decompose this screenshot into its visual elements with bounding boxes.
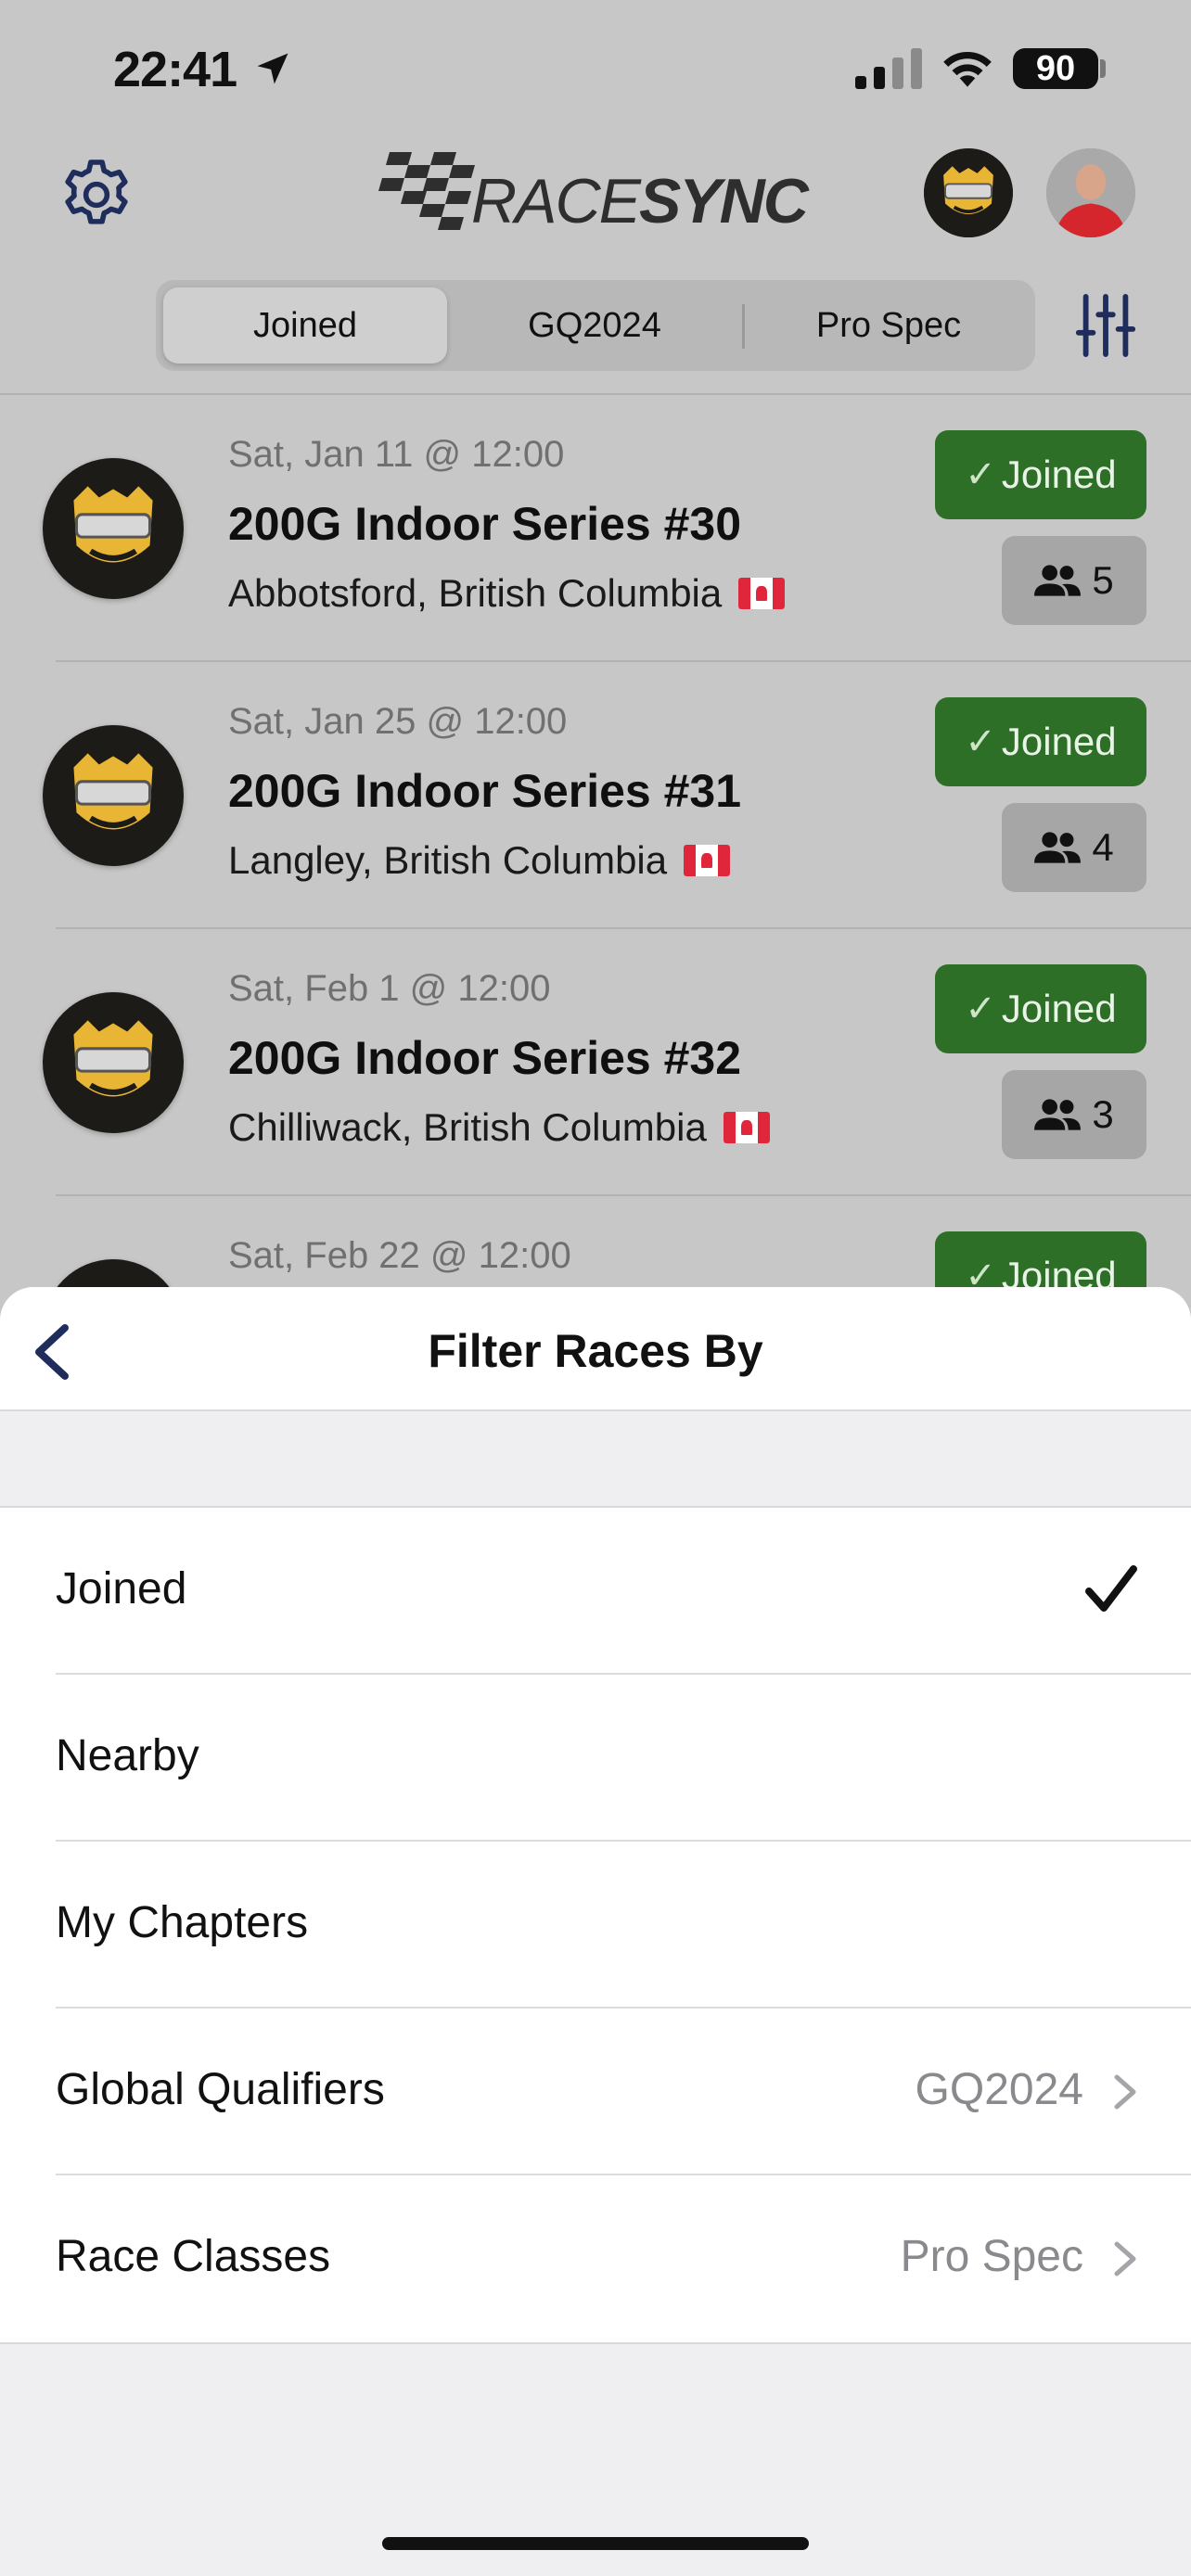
chevron-right-icon [1114,2241,1136,2276]
race-location-text: Langley, British Columbia [228,838,668,882]
race-title: 200G Indoor Series #32 [228,1032,742,1084]
option-label: Nearby [56,1731,199,1780]
battery-tip [1100,59,1106,78]
joined-badge-label: Joined [1001,720,1117,763]
sheet-title: Filter Races By [428,1325,763,1377]
sliders-filter-icon[interactable] [1076,293,1135,358]
option-value: Pro Spec [900,2232,1083,2281]
racesync-logo: RACESYNC [378,147,814,236]
segment-divider [742,304,745,349]
battery-level: 90 [1035,49,1076,88]
location-arrow-icon [257,53,288,84]
checkmark-icon [1085,1565,1137,1612]
race-location-text: Abbotsford, British Columbia [228,571,723,615]
tiger-mascot-icon [73,486,153,563]
filter-segmented-control: Joined GQ2024 Pro Spec [156,280,1035,371]
chapter-avatar[interactable] [924,148,1013,237]
race-title: 200G Indoor Series #30 [228,498,742,550]
checkmark-icon: ✓ [965,988,996,1029]
race-date: Sat, Jan 25 @ 12:00 [228,701,568,742]
race-location-text: Chilliwack, British Columbia [228,1105,707,1149]
race-date: Sat, Jan 11 @ 12:00 [228,434,565,475]
filter-bottom-sheet: Filter Races By Joined Nearby My Chapter… [0,1287,1191,2576]
race-chapter-avatar [43,725,184,866]
joined-badge-label: Joined [1001,987,1117,1030]
joined-badge-label: Joined [1001,453,1117,496]
option-label: Global Qualifiers [56,2065,385,2114]
option-value: GQ2024 [915,2065,1083,2114]
canada-flag-icon [738,578,786,609]
cellular-signal-icon [855,48,922,89]
tiger-mascot-icon [73,1020,153,1097]
people-icon [1034,565,1082,596]
race-location: Langley, British Columbia [228,838,731,883]
race-chapter-avatar [43,458,184,599]
people-icon [1034,1099,1082,1130]
user-photo [1046,148,1135,237]
wifi-icon [943,51,992,87]
race-chapter-avatar [43,992,184,1133]
participant-count: 5 [1092,558,1114,602]
status-time: 22:41 [113,42,237,97]
checkmark-icon: ✓ [965,721,996,762]
joined-badge[interactable]: ✓ Joined [935,430,1146,519]
race-location: Chilliwack, British Columbia [228,1105,770,1150]
participant-count-badge[interactable]: 5 [1002,536,1146,625]
race-row[interactable]: Sat, Jan 11 @ 12:00 200G Indoor Series #… [0,395,1191,662]
race-title: 200G Indoor Series #31 [228,765,742,817]
battery-icon: 90 [1013,48,1098,89]
people-icon [1034,832,1082,863]
user-avatar[interactable] [1046,148,1135,237]
canada-flag-icon [684,845,731,876]
race-row[interactable]: Sat, Feb 1 @ 12:00 200G Indoor Series #3… [0,929,1191,1196]
filter-option-my-chapters[interactable]: My Chapters [0,1842,1191,2009]
sheet-header: Filter Races By [0,1287,1191,1411]
option-label: Joined [56,1564,187,1613]
chevron-right-icon [1114,2074,1136,2110]
segment-gq2024[interactable]: GQ2024 [453,287,736,363]
participant-count-badge[interactable]: 3 [1002,1070,1146,1159]
participant-count: 4 [1092,825,1114,869]
logo-text: RACESYNC [471,166,809,236]
tiger-mascot-icon [73,753,153,830]
race-date: Sat, Feb 1 @ 12:00 [228,968,551,1009]
status-bar: 22:41 90 [0,0,1191,139]
joined-badge[interactable]: ✓ Joined [935,697,1146,786]
tiger-mascot-icon [924,148,1013,237]
filter-option-nearby[interactable]: Nearby [0,1675,1191,1842]
race-location: Abbotsford, British Columbia [228,571,786,616]
race-row[interactable]: Sat, Jan 25 @ 12:00 200G Indoor Series #… [0,662,1191,929]
participant-count: 3 [1092,1092,1114,1136]
segment-pro-spec[interactable]: Pro Spec [748,287,1030,363]
filter-option-joined[interactable]: Joined [0,1508,1191,1675]
option-label: My Chapters [56,1898,309,1947]
canada-flag-icon [723,1112,770,1143]
participant-count-badge[interactable]: 4 [1002,803,1146,892]
segment-joined[interactable]: Joined [163,287,447,363]
filter-options-list: Joined Nearby My Chapters Global Qualifi… [0,1506,1191,2344]
gear-icon[interactable] [58,156,135,234]
option-label: Race Classes [56,2232,331,2281]
home-indicator[interactable] [382,2537,809,2550]
filter-option-global-qualifiers[interactable]: Global Qualifiers GQ2024 [0,2009,1191,2175]
joined-badge[interactable]: ✓ Joined [935,964,1146,1053]
race-date: Sat, Feb 22 @ 12:00 [228,1235,571,1276]
checkered-flag-icon [378,152,475,230]
filter-option-race-classes[interactable]: Race Classes Pro Spec [0,2175,1191,2342]
checkmark-icon: ✓ [965,454,996,495]
